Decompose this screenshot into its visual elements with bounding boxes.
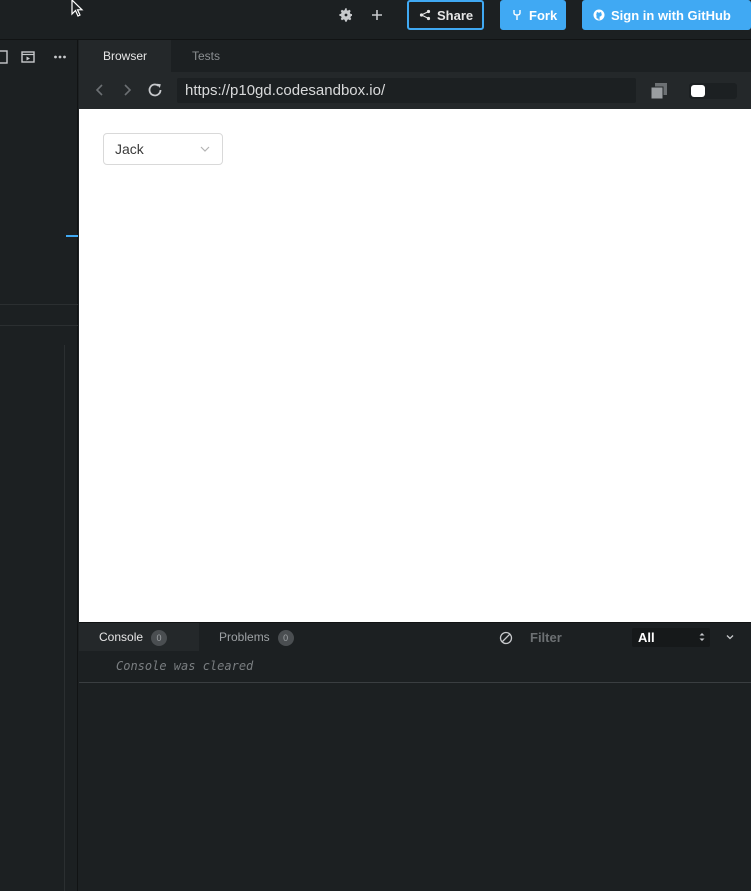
github-label: Sign in with GitHub [611,7,731,23]
console-output: Console was cleared [79,651,751,891]
fork-label: Fork [529,7,558,23]
share-button[interactable]: Share [407,0,484,30]
url-field[interactable]: https://p10gd.codesandbox.io/ [177,78,636,103]
sort-arrows-icon [699,633,705,641]
reload-icon[interactable] [146,81,164,99]
share-icon [419,9,431,21]
divider [0,325,78,326]
log-level-value: All [638,630,655,645]
select-value: Jack [115,141,144,157]
scroll-indicator [66,235,78,237]
github-icon [593,9,605,21]
clear-console-icon[interactable] [499,631,513,645]
share-label: Share [437,7,474,23]
problems-tab-label: Problems [219,630,270,644]
gear-icon[interactable] [338,7,354,23]
console-tab-label: Console [99,630,144,644]
console-toolbar: Console 0 Problems 0 Filter All [79,622,751,652]
tab-problems[interactable]: Problems 0 [199,623,309,652]
theme-toggle[interactable] [689,83,737,99]
divider [0,304,78,305]
plus-icon[interactable] [369,7,385,23]
console-message: Console was cleared [79,651,751,683]
address-bar: https://p10gd.codesandbox.io/ [79,72,751,109]
name-select[interactable]: Jack [103,133,223,165]
chevron-down-icon[interactable] [725,632,735,642]
tab-browser[interactable]: Browser [79,40,171,72]
toggle-knob [691,85,705,97]
more-options-icon[interactable] [53,50,67,64]
fork-icon [513,10,521,20]
forward-icon[interactable] [120,83,134,97]
fork-button[interactable]: Fork [500,0,566,30]
problems-count-badge: 0 [277,629,294,646]
split-view-icon[interactable] [0,50,8,64]
chevron-down-icon [200,146,210,152]
sign-in-github-button[interactable]: Sign in with GitHub [582,0,751,30]
log-level-select[interactable]: All [632,628,710,647]
divider [64,345,65,891]
top-header: Share Fork Sign in with GitHub [0,0,751,40]
editor-panel-edge [0,40,78,891]
preview-frame: Jack [79,109,751,622]
tab-console[interactable]: Console 0 [79,623,199,652]
preview-window-icon[interactable] [21,50,35,64]
preview-tabs: Browser Tests [79,40,751,72]
mouse-cursor-icon [71,0,84,17]
console-count-badge: 0 [151,629,168,646]
copy-icon[interactable] [650,82,668,100]
back-icon[interactable] [93,83,107,97]
tab-tests[interactable]: Tests [171,40,241,72]
filter-input[interactable]: Filter [530,623,562,652]
